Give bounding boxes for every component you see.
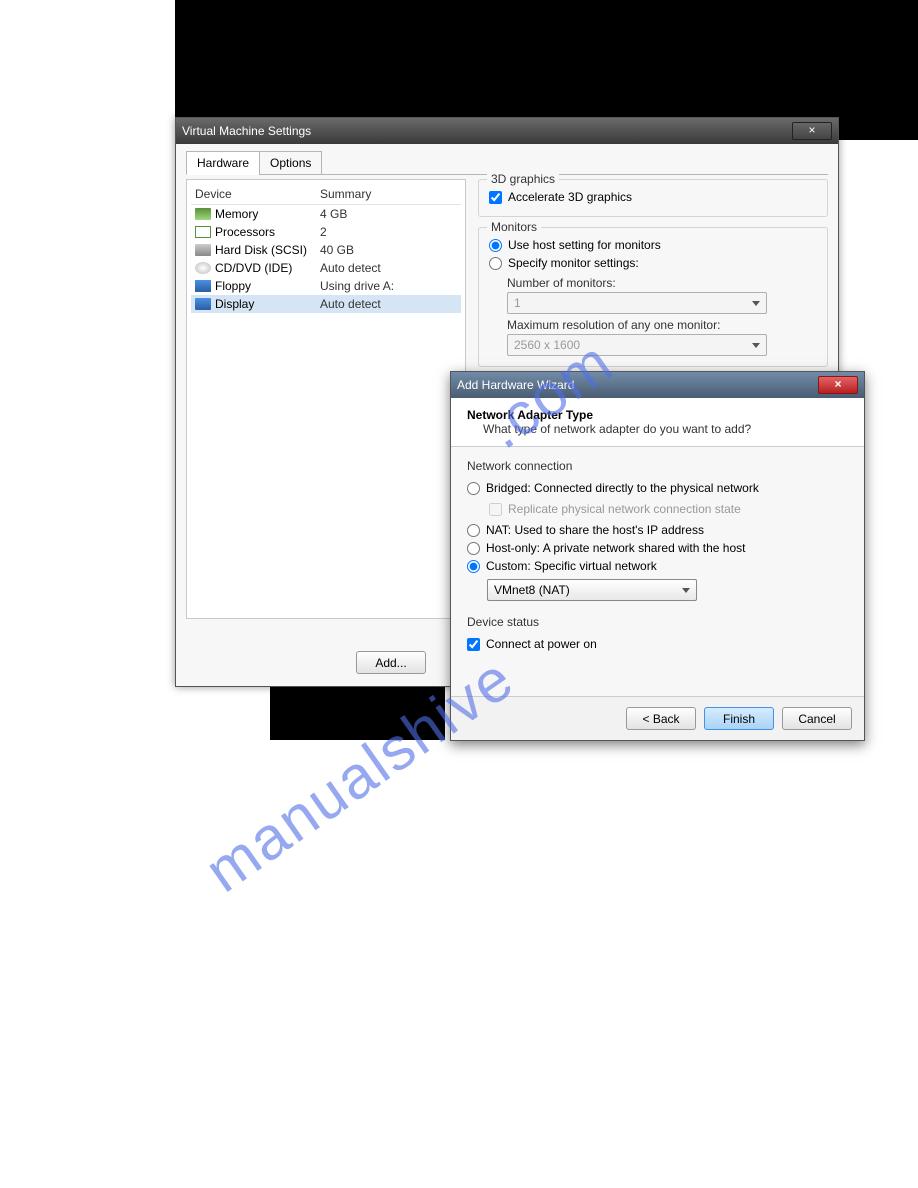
add-button[interactable]: Add... (356, 651, 426, 674)
radio-host-only[interactable] (467, 542, 480, 555)
label-custom: Custom: Specific virtual network (486, 559, 657, 573)
label-bridged: Bridged: Connected directly to the physi… (486, 481, 759, 495)
device-row[interactable]: Hard Disk (SCSI)40 GB (191, 241, 461, 259)
label-specify: Specify monitor settings: (508, 256, 639, 270)
group-title: 3D graphics (487, 172, 559, 186)
label-num-monitors: Number of monitors: (507, 276, 817, 290)
label-connect-power-on: Connect at power on (486, 637, 597, 651)
proc-icon (195, 226, 211, 238)
wizard-title: Add Hardware Wizard (457, 378, 574, 392)
close-icon: × (808, 123, 815, 137)
combo-value: VMnet8 (NAT) (494, 583, 570, 597)
combo-virtual-network[interactable]: VMnet8 (NAT) (487, 579, 697, 601)
device-summary: 4 GB (320, 207, 347, 221)
device-name: Hard Disk (SCSI) (215, 243, 320, 257)
device-summary: Auto detect (320, 261, 381, 275)
radio-use-host[interactable] (489, 239, 502, 252)
cancel-button[interactable]: Cancel (782, 707, 852, 730)
header-summary: Summary (320, 187, 371, 201)
titlebar[interactable]: Virtual Machine Settings × (176, 118, 838, 144)
checkbox-replicate (489, 503, 502, 516)
device-summary: 2 (320, 225, 327, 239)
label-host-only: Host-only: A private network shared with… (486, 541, 745, 555)
wizard-subheading: What type of network adapter do you want… (483, 422, 848, 436)
add-hardware-wizard: Add Hardware Wizard × Network Adapter Ty… (450, 371, 865, 741)
device-summary: 40 GB (320, 243, 354, 257)
disp-icon (195, 298, 211, 310)
device-row[interactable]: DisplayAuto detect (191, 295, 461, 313)
device-name: Processors (215, 225, 320, 239)
device-name: Floppy (215, 279, 320, 293)
combo-value: 2560 x 1600 (514, 338, 580, 352)
combo-max-res[interactable]: 2560 x 1600 (507, 334, 767, 356)
device-summary: Auto detect (320, 297, 381, 311)
background-patch (270, 685, 445, 740)
header-device: Device (195, 187, 320, 201)
combo-num-monitors[interactable]: 1 (507, 292, 767, 314)
mem-icon (195, 208, 211, 220)
radio-bridged[interactable] (467, 482, 480, 495)
wizard-heading: Network Adapter Type (467, 408, 848, 422)
device-summary: Using drive A: (320, 279, 394, 293)
chevron-down-icon (682, 588, 690, 593)
group-network-connection: Network connection (467, 459, 848, 473)
device-header: Device Summary (191, 184, 461, 205)
label-use-host: Use host setting for monitors (508, 238, 661, 252)
device-row[interactable]: CD/DVD (IDE)Auto detect (191, 259, 461, 277)
combo-value: 1 (514, 296, 521, 310)
checkbox-connect-power-on[interactable] (467, 638, 480, 651)
checkbox-accelerate-3d[interactable] (489, 191, 502, 204)
close-icon: × (834, 377, 841, 391)
device-row[interactable]: FloppyUsing drive A: (191, 277, 461, 295)
chevron-down-icon (752, 301, 760, 306)
window-title: Virtual Machine Settings (182, 124, 311, 138)
close-button[interactable]: × (792, 122, 832, 140)
group-device-status: Device status (467, 615, 848, 629)
wizard-titlebar[interactable]: Add Hardware Wizard × (451, 372, 864, 398)
label-max-res: Maximum resolution of any one monitor: (507, 318, 817, 332)
group-monitors: Monitors Use host setting for monitors S… (478, 227, 828, 367)
radio-custom[interactable] (467, 560, 480, 573)
hd-icon (195, 244, 211, 256)
group-3d-graphics: 3D graphics Accelerate 3D graphics (478, 179, 828, 217)
wizard-body: Network connection Bridged: Connected di… (451, 447, 864, 673)
wizard-close-button[interactable]: × (818, 376, 858, 394)
radio-specify[interactable] (489, 257, 502, 270)
radio-nat[interactable] (467, 524, 480, 537)
tab-options[interactable]: Options (259, 151, 322, 175)
chevron-down-icon (752, 343, 760, 348)
device-list: Device Summary Memory4 GBProcessors2Hard… (186, 179, 466, 619)
back-button[interactable]: < Back (626, 707, 696, 730)
background-white (0, 0, 175, 1188)
device-name: Display (215, 297, 320, 311)
device-name: Memory (215, 207, 320, 221)
label-accelerate-3d: Accelerate 3D graphics (508, 190, 632, 204)
label-replicate: Replicate physical network connection st… (508, 502, 741, 516)
floppy-icon (195, 280, 211, 292)
wizard-footer: < Back Finish Cancel (451, 696, 864, 740)
device-name: CD/DVD (IDE) (215, 261, 320, 275)
cd-icon (195, 262, 211, 274)
tab-hardware[interactable]: Hardware (186, 151, 260, 175)
wizard-header: Network Adapter Type What type of networ… (451, 398, 864, 447)
device-row[interactable]: Processors2 (191, 223, 461, 241)
finish-button[interactable]: Finish (704, 707, 774, 730)
device-row[interactable]: Memory4 GB (191, 205, 461, 223)
label-nat: NAT: Used to share the host's IP address (486, 523, 704, 537)
group-title: Monitors (487, 220, 541, 234)
